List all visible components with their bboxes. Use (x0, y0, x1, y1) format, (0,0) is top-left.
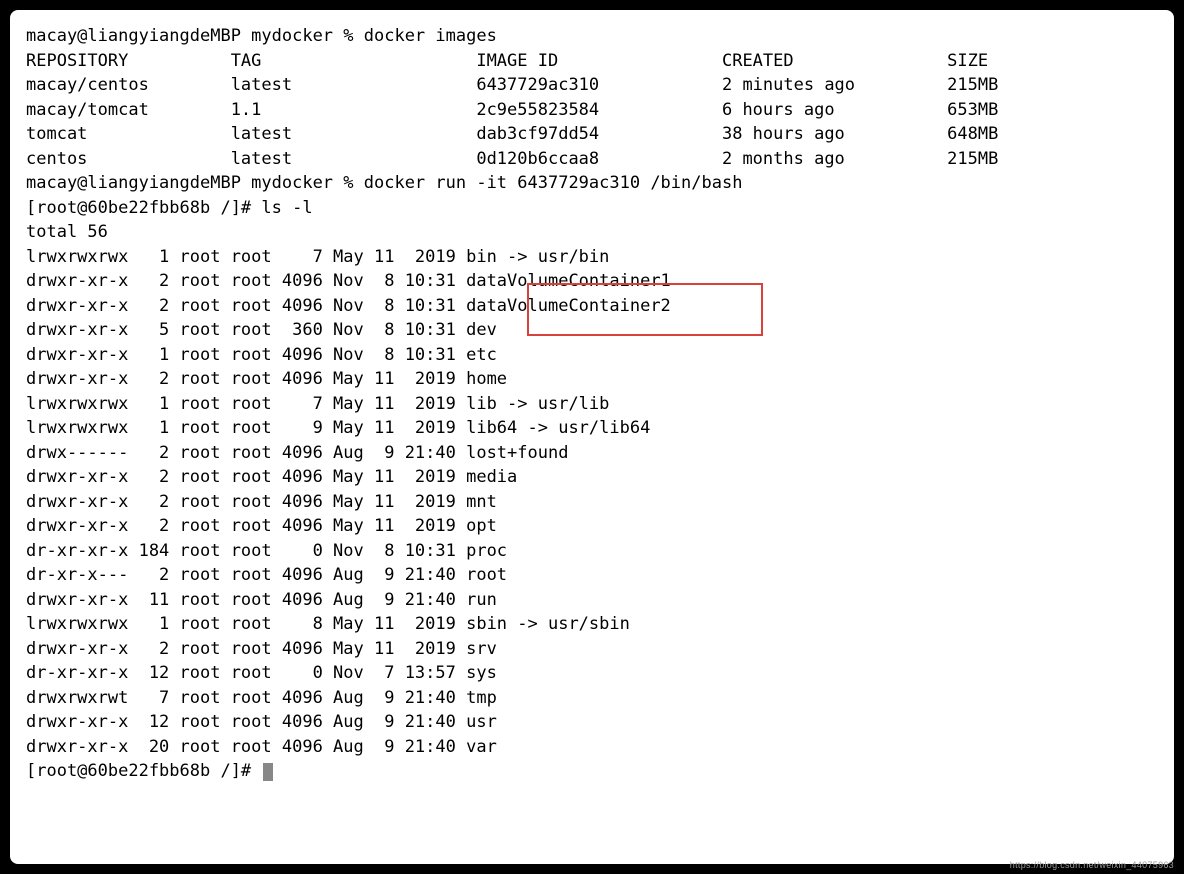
terminal-window[interactable]: macay@liangyiangdeMBP mydocker % docker … (10, 10, 1174, 864)
cursor-icon (263, 763, 273, 781)
watermark-text: https://blog.csdn.net/weixin_44075963 (1010, 860, 1174, 870)
terminal-output[interactable]: macay@liangyiangdeMBP mydocker % docker … (26, 24, 1158, 784)
